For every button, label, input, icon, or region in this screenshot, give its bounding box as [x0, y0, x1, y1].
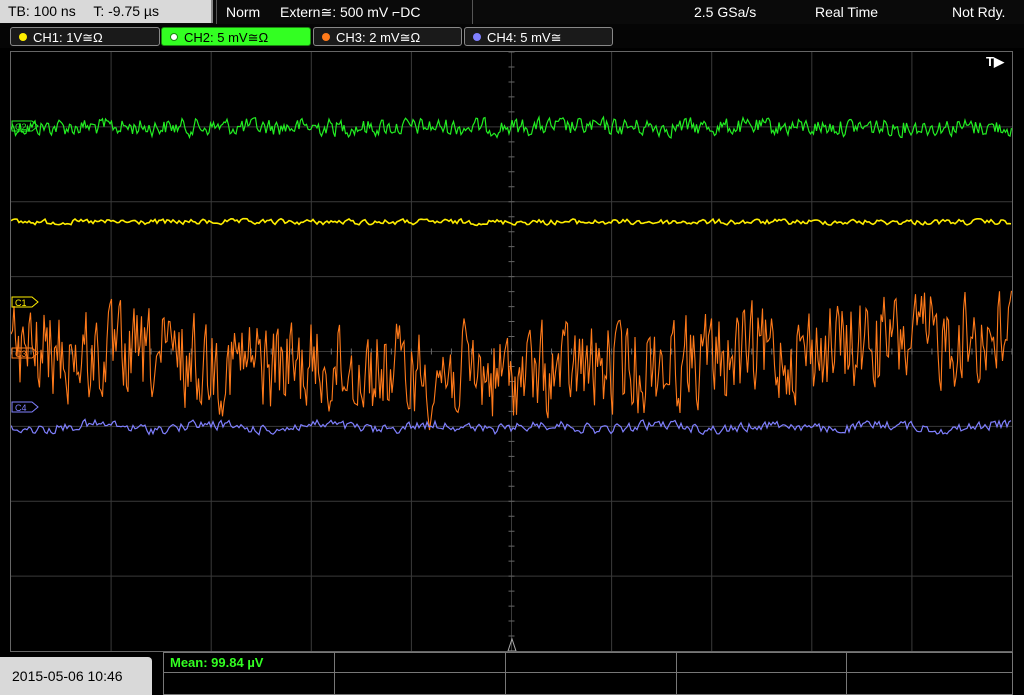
measurement-cell-7[interactable]: [335, 673, 506, 694]
measurement-cell-2[interactable]: [335, 653, 506, 673]
c2-marker-label: C2: [15, 122, 27, 132]
waveform-display[interactable]: C2 C1 C3 C4: [10, 51, 1013, 652]
ch1-dot-icon: [19, 33, 27, 41]
run-status-label: Not Rdy.: [952, 4, 1006, 20]
separator: [472, 0, 473, 24]
datetime-box: 2015-05-06 10:46: [0, 657, 152, 695]
ch1-label: CH1: 1V≅Ω: [33, 30, 103, 45]
acquisition-mode-label[interactable]: Real Time: [815, 0, 878, 24]
measurement-cell-8[interactable]: [506, 673, 677, 694]
ch2-label: CH2: 5 mV≅Ω: [184, 30, 269, 45]
measurement-cell-9[interactable]: [677, 673, 847, 694]
tab-ch2[interactable]: CH2: 5 mV≅Ω: [161, 27, 311, 46]
timebase-box[interactable]: TB: 100 ns T: -9.75 µs: [0, 0, 213, 23]
measurement-panel[interactable]: Mean: 99.84 µV: [163, 652, 1013, 695]
measurement-cell-5[interactable]: [847, 653, 1012, 673]
measurement-cell-4[interactable]: [677, 653, 847, 673]
trigger-marker: T▶: [986, 54, 1004, 69]
ch3-label: CH3: 2 mV≅Ω: [336, 30, 421, 45]
timebase-label: TB: 100 ns: [8, 3, 76, 19]
c1-marker[interactable]: C1: [11, 296, 39, 308]
waveform-svg: C2 C1 C3 C4: [11, 52, 1012, 651]
tab-ch4[interactable]: CH4: 5 mV≅: [464, 27, 613, 46]
tab-ch1[interactable]: CH1: 1V≅Ω: [10, 27, 160, 46]
trigger-mode-label[interactable]: Norm: [226, 0, 260, 24]
measurement-cell-3[interactable]: [506, 653, 677, 673]
c4-marker[interactable]: C4: [11, 401, 39, 413]
sample-rate-label[interactable]: 2.5 GSa/s: [694, 0, 756, 24]
separator: [216, 0, 217, 24]
c4-marker-label: C4: [15, 403, 27, 413]
mean-measurement: Mean: 99.84 µV: [170, 655, 264, 670]
measurement-cell-6[interactable]: [164, 673, 335, 694]
ch3-dot-icon: [322, 33, 330, 41]
c1-marker-label: C1: [15, 298, 27, 308]
measurement-cell-10[interactable]: [847, 673, 1012, 694]
measurement-cell-1[interactable]: Mean: 99.84 µV: [164, 653, 335, 673]
channel-tab-bar: CH1: 1V≅Ω CH2: 5 mV≅Ω CH3: 2 mV≅Ω CH4: 5…: [0, 24, 1024, 48]
tab-ch3[interactable]: CH3: 2 mV≅Ω: [313, 27, 462, 46]
ch4-label: CH4: 5 mV≅: [487, 30, 562, 45]
trigger-source-label[interactable]: Extern≅: 500 mV ⌐DC: [280, 0, 421, 24]
ch2-dot-icon: [170, 33, 178, 41]
trigger-time-label: T: -9.75 µs: [93, 3, 159, 19]
top-status-bar: TB: 100 ns T: -9.75 µs Norm Extern≅: 500…: [0, 0, 1024, 24]
c3-marker-label: C3: [15, 349, 27, 359]
ch4-dot-icon: [473, 33, 481, 41]
